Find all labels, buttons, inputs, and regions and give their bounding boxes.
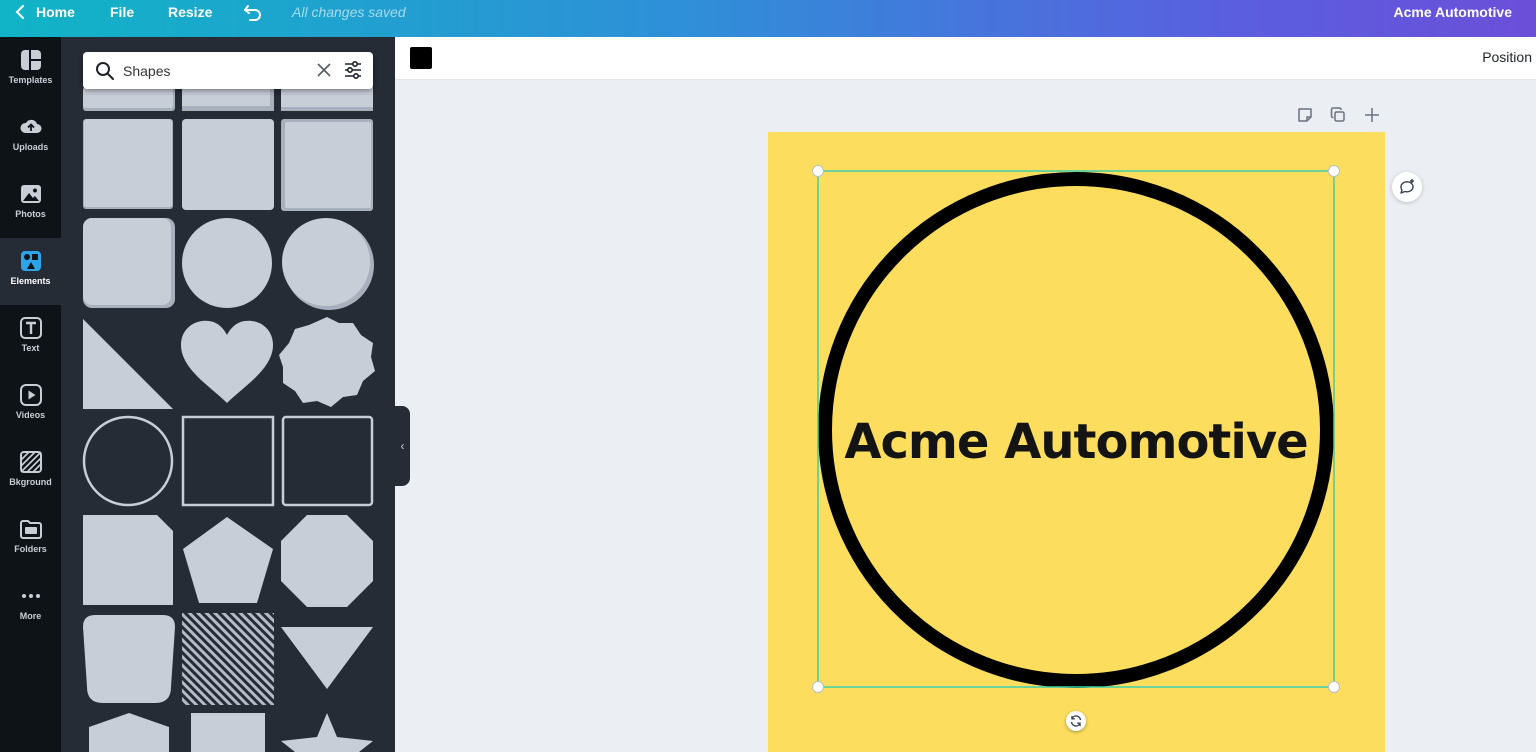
nav-label: More <box>19 611 42 621</box>
rotate-handle[interactable] <box>1066 711 1086 731</box>
position-button[interactable]: Position <box>1482 49 1532 65</box>
nav-label: Bkground <box>9 477 52 487</box>
home-button[interactable]: Home <box>36 0 75 24</box>
file-menu-button[interactable]: File <box>110 0 134 24</box>
shape-tile[interactable] <box>182 613 274 705</box>
shape-tile[interactable] <box>83 218 175 308</box>
chevron-left-icon: ‹ <box>400 439 405 453</box>
shape-tile[interactable] <box>181 415 275 507</box>
undo-icon[interactable] <box>242 0 264 24</box>
shape-tile[interactable] <box>83 515 173 605</box>
nav-text[interactable]: Text <box>0 305 61 372</box>
nav-label: Text <box>21 343 40 353</box>
duplicate-icon[interactable] <box>1329 106 1347 124</box>
page-actions <box>1294 106 1384 126</box>
shape-tile[interactable] <box>281 415 374 507</box>
shape-tile[interactable] <box>281 713 373 752</box>
folder-icon <box>19 520 42 539</box>
shape-tile[interactable] <box>83 87 175 111</box>
nav-label: Folders <box>14 544 47 554</box>
save-status: All changes saved <box>292 4 406 20</box>
shape-tile[interactable] <box>281 515 373 607</box>
nav-more[interactable]: More <box>0 573 61 640</box>
upload-icon <box>19 119 41 133</box>
shape-tile[interactable] <box>82 415 174 507</box>
add-comment-button[interactable] <box>1392 172 1422 202</box>
nav-uploads[interactable]: Uploads <box>0 104 61 171</box>
search-icon <box>96 62 114 80</box>
shape-tile[interactable] <box>282 218 374 310</box>
top-bar: Home File Resize All changes saved Acme … <box>0 0 1536 37</box>
nav-elements[interactable]: Elements <box>0 238 61 305</box>
shape-tile[interactable] <box>281 87 373 111</box>
shape-tile[interactable] <box>182 218 272 308</box>
note-icon[interactable] <box>1296 106 1314 124</box>
shape-tile[interactable] <box>89 713 169 752</box>
image-icon <box>20 185 41 203</box>
chevron-left-icon[interactable] <box>12 0 28 24</box>
play-icon <box>19 384 42 406</box>
nav-videos[interactable]: Videos <box>0 372 61 439</box>
rotate-icon <box>1070 715 1082 727</box>
templates-icon <box>20 50 41 70</box>
design-text[interactable]: Acme Automotive <box>818 414 1334 470</box>
search-bar <box>83 52 373 89</box>
shape-tile[interactable] <box>182 87 274 111</box>
collapse-panel-button[interactable]: ‹ <box>395 406 410 486</box>
shapes-grid <box>82 87 375 752</box>
shape-tile[interactable] <box>183 517 273 603</box>
comment-icon <box>1400 179 1414 194</box>
side-nav: Templates Uploads Photos Elements Text V… <box>0 37 61 752</box>
resize-handle[interactable] <box>1328 681 1340 693</box>
shape-tile[interactable] <box>191 713 265 752</box>
filter-icon[interactable] <box>343 60 363 80</box>
fill-color-swatch[interactable] <box>410 47 432 69</box>
shape-tile[interactable] <box>83 119 173 209</box>
nav-label: Videos <box>15 410 46 420</box>
nav-label: Elements <box>10 276 51 286</box>
design-title[interactable]: Acme Automotive <box>1393 0 1512 24</box>
elements-icon <box>20 251 41 271</box>
nav-background[interactable]: Bkground <box>0 439 61 506</box>
shape-tile[interactable] <box>83 319 173 409</box>
search-input[interactable] <box>123 58 303 83</box>
shape-tile[interactable] <box>181 320 273 403</box>
nav-templates[interactable]: Templates <box>0 37 61 104</box>
resize-handle[interactable] <box>1328 165 1340 177</box>
elements-panel <box>61 37 395 752</box>
editor-toolbar: Position <box>395 37 1536 80</box>
resize-button[interactable]: Resize <box>168 0 212 24</box>
nav-label: Uploads <box>12 142 49 152</box>
nav-photos[interactable]: Photos <box>0 171 61 238</box>
text-icon <box>19 317 42 339</box>
close-icon[interactable] <box>315 61 333 79</box>
add-page-icon[interactable] <box>1363 106 1381 124</box>
nav-label: Photos <box>15 209 46 219</box>
shape-tile[interactable] <box>279 317 375 407</box>
shape-tile[interactable] <box>83 615 175 703</box>
resize-handle[interactable] <box>812 165 824 177</box>
pattern-icon <box>19 451 42 473</box>
shape-tile[interactable] <box>281 627 373 689</box>
more-icon <box>21 594 40 598</box>
shape-tile[interactable] <box>182 119 274 210</box>
nav-label: Templates <box>8 75 53 85</box>
resize-handle[interactable] <box>812 681 824 693</box>
shape-tile[interactable] <box>281 119 373 211</box>
nav-folders[interactable]: Folders <box>0 506 61 573</box>
